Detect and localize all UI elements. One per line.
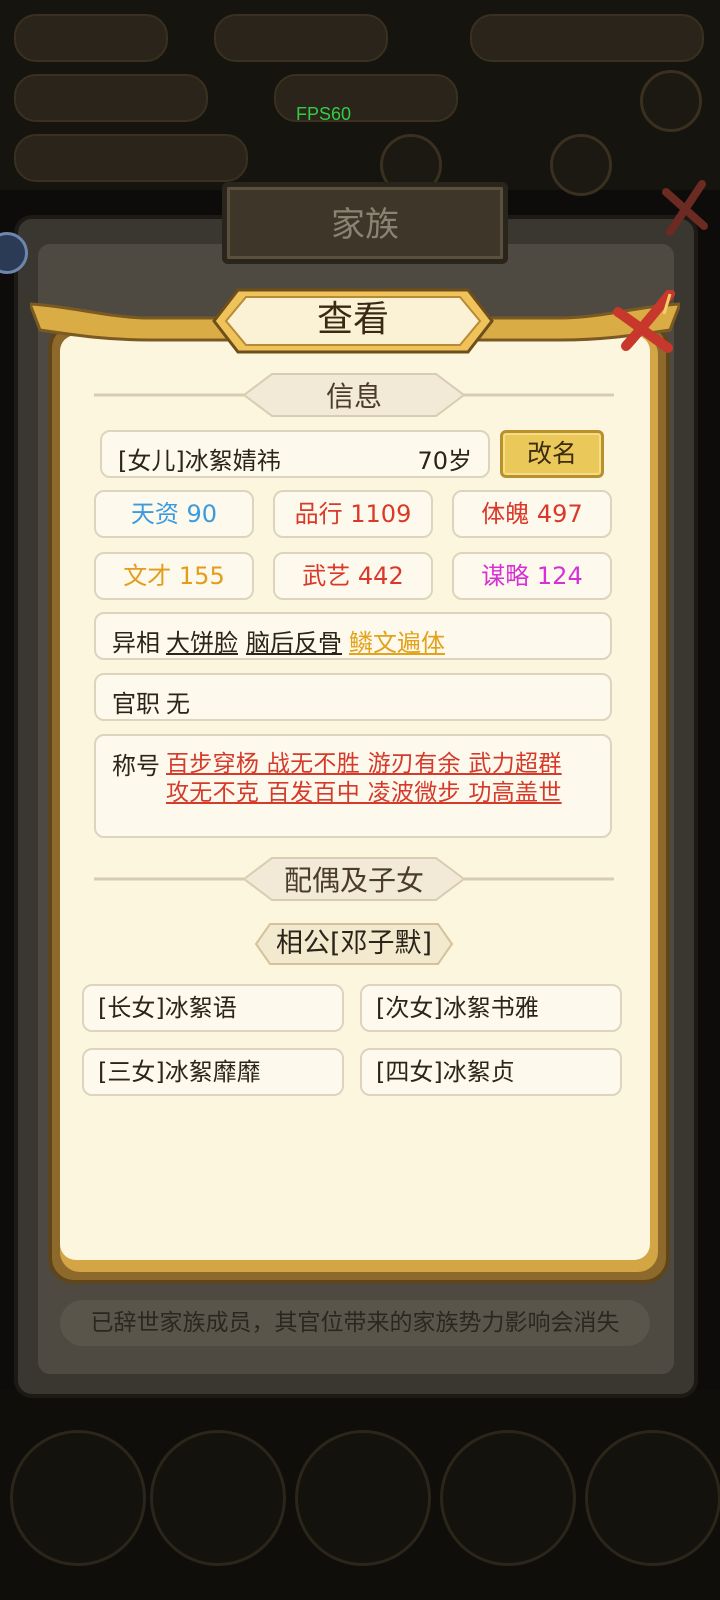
official-field: 官职 无: [94, 673, 612, 721]
stat-literary: 文才 155: [94, 552, 254, 600]
rename-button[interactable]: 改名: [500, 430, 604, 478]
family-section-title: 配偶及子女: [283, 864, 424, 897]
official-label: 官职: [112, 690, 160, 718]
deceased-footer-note: 已辞世家族成员，其官位带来的家族势力影响会消失: [60, 1300, 650, 1346]
resource-pill: [14, 74, 208, 122]
child-item[interactable]: [长女]冰絮语: [82, 984, 344, 1032]
stat-conduct: 品行 1109: [273, 490, 433, 538]
official-value: 无: [166, 690, 190, 718]
member-name-field: [女儿]冰絮婧祎 70岁: [100, 430, 490, 478]
titles-label: 称号: [112, 752, 160, 780]
stat-martial: 武艺 442: [273, 552, 433, 600]
activity-icon: [550, 134, 612, 196]
footer-note-text: 已辞世家族成员，其官位带来的家族势力影响会消失: [90, 1310, 620, 1336]
appearance-field: 异相 大饼脸 脑后反骨 鳞文遍体: [94, 612, 612, 660]
stat-aptitude: 天资 90: [94, 490, 254, 538]
appearance-trait-rare[interactable]: 鳞文遍体: [349, 623, 445, 658]
nav-icon: [585, 1430, 720, 1566]
family-panel-title: 家族: [331, 205, 399, 245]
appearance-trait[interactable]: 脑后反骨: [246, 623, 342, 658]
close-icon[interactable]: [608, 290, 678, 354]
stat-strategy: 谋略 124: [452, 552, 612, 600]
close-icon[interactable]: [658, 178, 712, 238]
appearance-label: 异相: [112, 629, 160, 657]
nav-icon: [150, 1430, 286, 1566]
resource-pill: [14, 134, 248, 182]
resource-pill: [14, 14, 168, 62]
spouse-name[interactable]: 相公[邓子默]: [254, 922, 454, 966]
nav-icon: [295, 1430, 431, 1566]
dialog-title: 查看: [316, 299, 389, 340]
child-item[interactable]: [四女]冰絮贞: [360, 1048, 622, 1096]
info-section-title: 信息: [325, 380, 382, 413]
child-item[interactable]: [次女]冰絮书雅: [360, 984, 622, 1032]
stat-physique: 体魄 497: [452, 490, 612, 538]
menu-icon: [640, 70, 702, 132]
appearance-trait[interactable]: 大饼脸: [166, 623, 238, 658]
family-title-plate: 家族: [222, 182, 508, 264]
resource-pill: [470, 14, 704, 62]
resource-pill: [214, 14, 388, 62]
nav-icon: [10, 1430, 146, 1566]
member-age: 70岁: [417, 447, 472, 475]
child-item[interactable]: [三女]冰絮靡靡: [82, 1048, 344, 1096]
fps-counter: FPS60: [296, 104, 352, 124]
nav-icon: [440, 1430, 576, 1566]
titles-line-2: 攻无不克 百发百中 凌波微步 功高盖世: [166, 780, 562, 806]
member-name: [女儿]冰絮婧祎: [118, 447, 281, 475]
